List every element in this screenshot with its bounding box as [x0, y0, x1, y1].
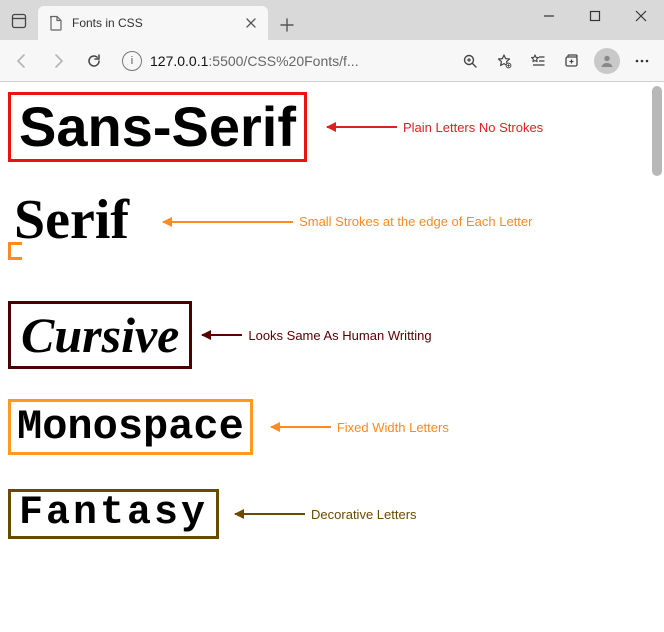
- new-tab-button[interactable]: [272, 10, 302, 40]
- minimize-icon: [543, 10, 555, 22]
- sample-fantasy: Fantasy: [8, 489, 219, 539]
- close-icon: [246, 18, 256, 28]
- annotation-sans-serif: Plain Letters No Strokes: [327, 120, 543, 135]
- sample-serif: Serif: [8, 192, 135, 251]
- maximize-icon: [589, 10, 601, 22]
- annotation-cursive: Looks Same As Human Writting: [202, 328, 431, 343]
- forward-button[interactable]: [42, 45, 74, 77]
- arrow-right-icon: [50, 53, 66, 69]
- site-info-button[interactable]: i: [122, 51, 142, 71]
- font-row-serif: Serif Small Strokes at the edge of Each …: [8, 192, 656, 251]
- collections-icon: [564, 53, 580, 69]
- font-row-fantasy: Fantasy Decorative Letters: [8, 489, 656, 539]
- zoom-icon: [462, 53, 478, 69]
- reload-icon: [86, 53, 102, 69]
- browser-toolbar: i 127.0.0.1:5500/CSS%20Fonts/f...: [0, 40, 664, 82]
- arrow-left-icon: [202, 334, 242, 336]
- vertical-scrollbar-thumb[interactable]: [652, 86, 662, 176]
- font-row-cursive: Cursive Looks Same As Human Writting: [8, 301, 656, 369]
- plus-icon: [280, 18, 294, 32]
- sample-monospace: Monospace: [8, 399, 253, 455]
- back-button[interactable]: [6, 45, 38, 77]
- arrow-left-icon: [163, 221, 293, 223]
- window-maximize-button[interactable]: [572, 0, 618, 32]
- address-bar[interactable]: i 127.0.0.1:5500/CSS%20Fonts/f...: [114, 46, 450, 76]
- highlight-bracket: [8, 242, 22, 260]
- arrow-left-icon: [235, 513, 305, 515]
- font-row-sans-serif: Sans-Serif Plain Letters No Strokes: [8, 92, 656, 162]
- menu-button[interactable]: [626, 45, 658, 77]
- dots-icon: [634, 53, 650, 69]
- star-list-icon: [530, 53, 546, 69]
- favorite-button[interactable]: [488, 45, 520, 77]
- window-titlebar: Fonts in CSS: [0, 0, 664, 40]
- page-viewport: Sans-Serif Plain Letters No Strokes Seri…: [0, 82, 664, 632]
- collections-button[interactable]: [556, 45, 588, 77]
- sample-cursive: Cursive: [8, 301, 192, 369]
- favorites-list-button[interactable]: [522, 45, 554, 77]
- info-icon: i: [131, 55, 133, 67]
- toolbar-right: [454, 45, 658, 77]
- arrow-left-icon: [14, 53, 30, 69]
- tabs-panel-button[interactable]: [0, 2, 38, 40]
- zoom-button[interactable]: [454, 45, 486, 77]
- annotation-monospace: Fixed Width Letters: [271, 420, 449, 435]
- arrow-left-icon: [271, 426, 331, 428]
- star-plus-icon: [496, 53, 512, 69]
- tab-title: Fonts in CSS: [72, 16, 234, 30]
- window-minimize-button[interactable]: [526, 0, 572, 32]
- close-icon: [635, 10, 647, 22]
- url-text: 127.0.0.1:5500/CSS%20Fonts/f...: [150, 53, 446, 69]
- tabs-panel-icon: [11, 13, 27, 29]
- sample-sans-serif: Sans-Serif: [8, 92, 307, 162]
- profile-button[interactable]: [594, 48, 620, 74]
- browser-tab-active[interactable]: Fonts in CSS: [38, 6, 268, 40]
- profile-icon: [599, 53, 615, 69]
- window-controls: [526, 0, 664, 32]
- annotation-fantasy: Decorative Letters: [235, 507, 417, 522]
- document-icon: [48, 15, 64, 31]
- window-close-button[interactable]: [618, 0, 664, 32]
- tab-close-button[interactable]: [242, 14, 260, 32]
- annotation-serif: Small Strokes at the edge of Each Letter: [163, 214, 532, 229]
- font-row-monospace: Monospace Fixed Width Letters: [8, 399, 656, 455]
- reload-button[interactable]: [78, 45, 110, 77]
- arrow-left-icon: [327, 126, 397, 128]
